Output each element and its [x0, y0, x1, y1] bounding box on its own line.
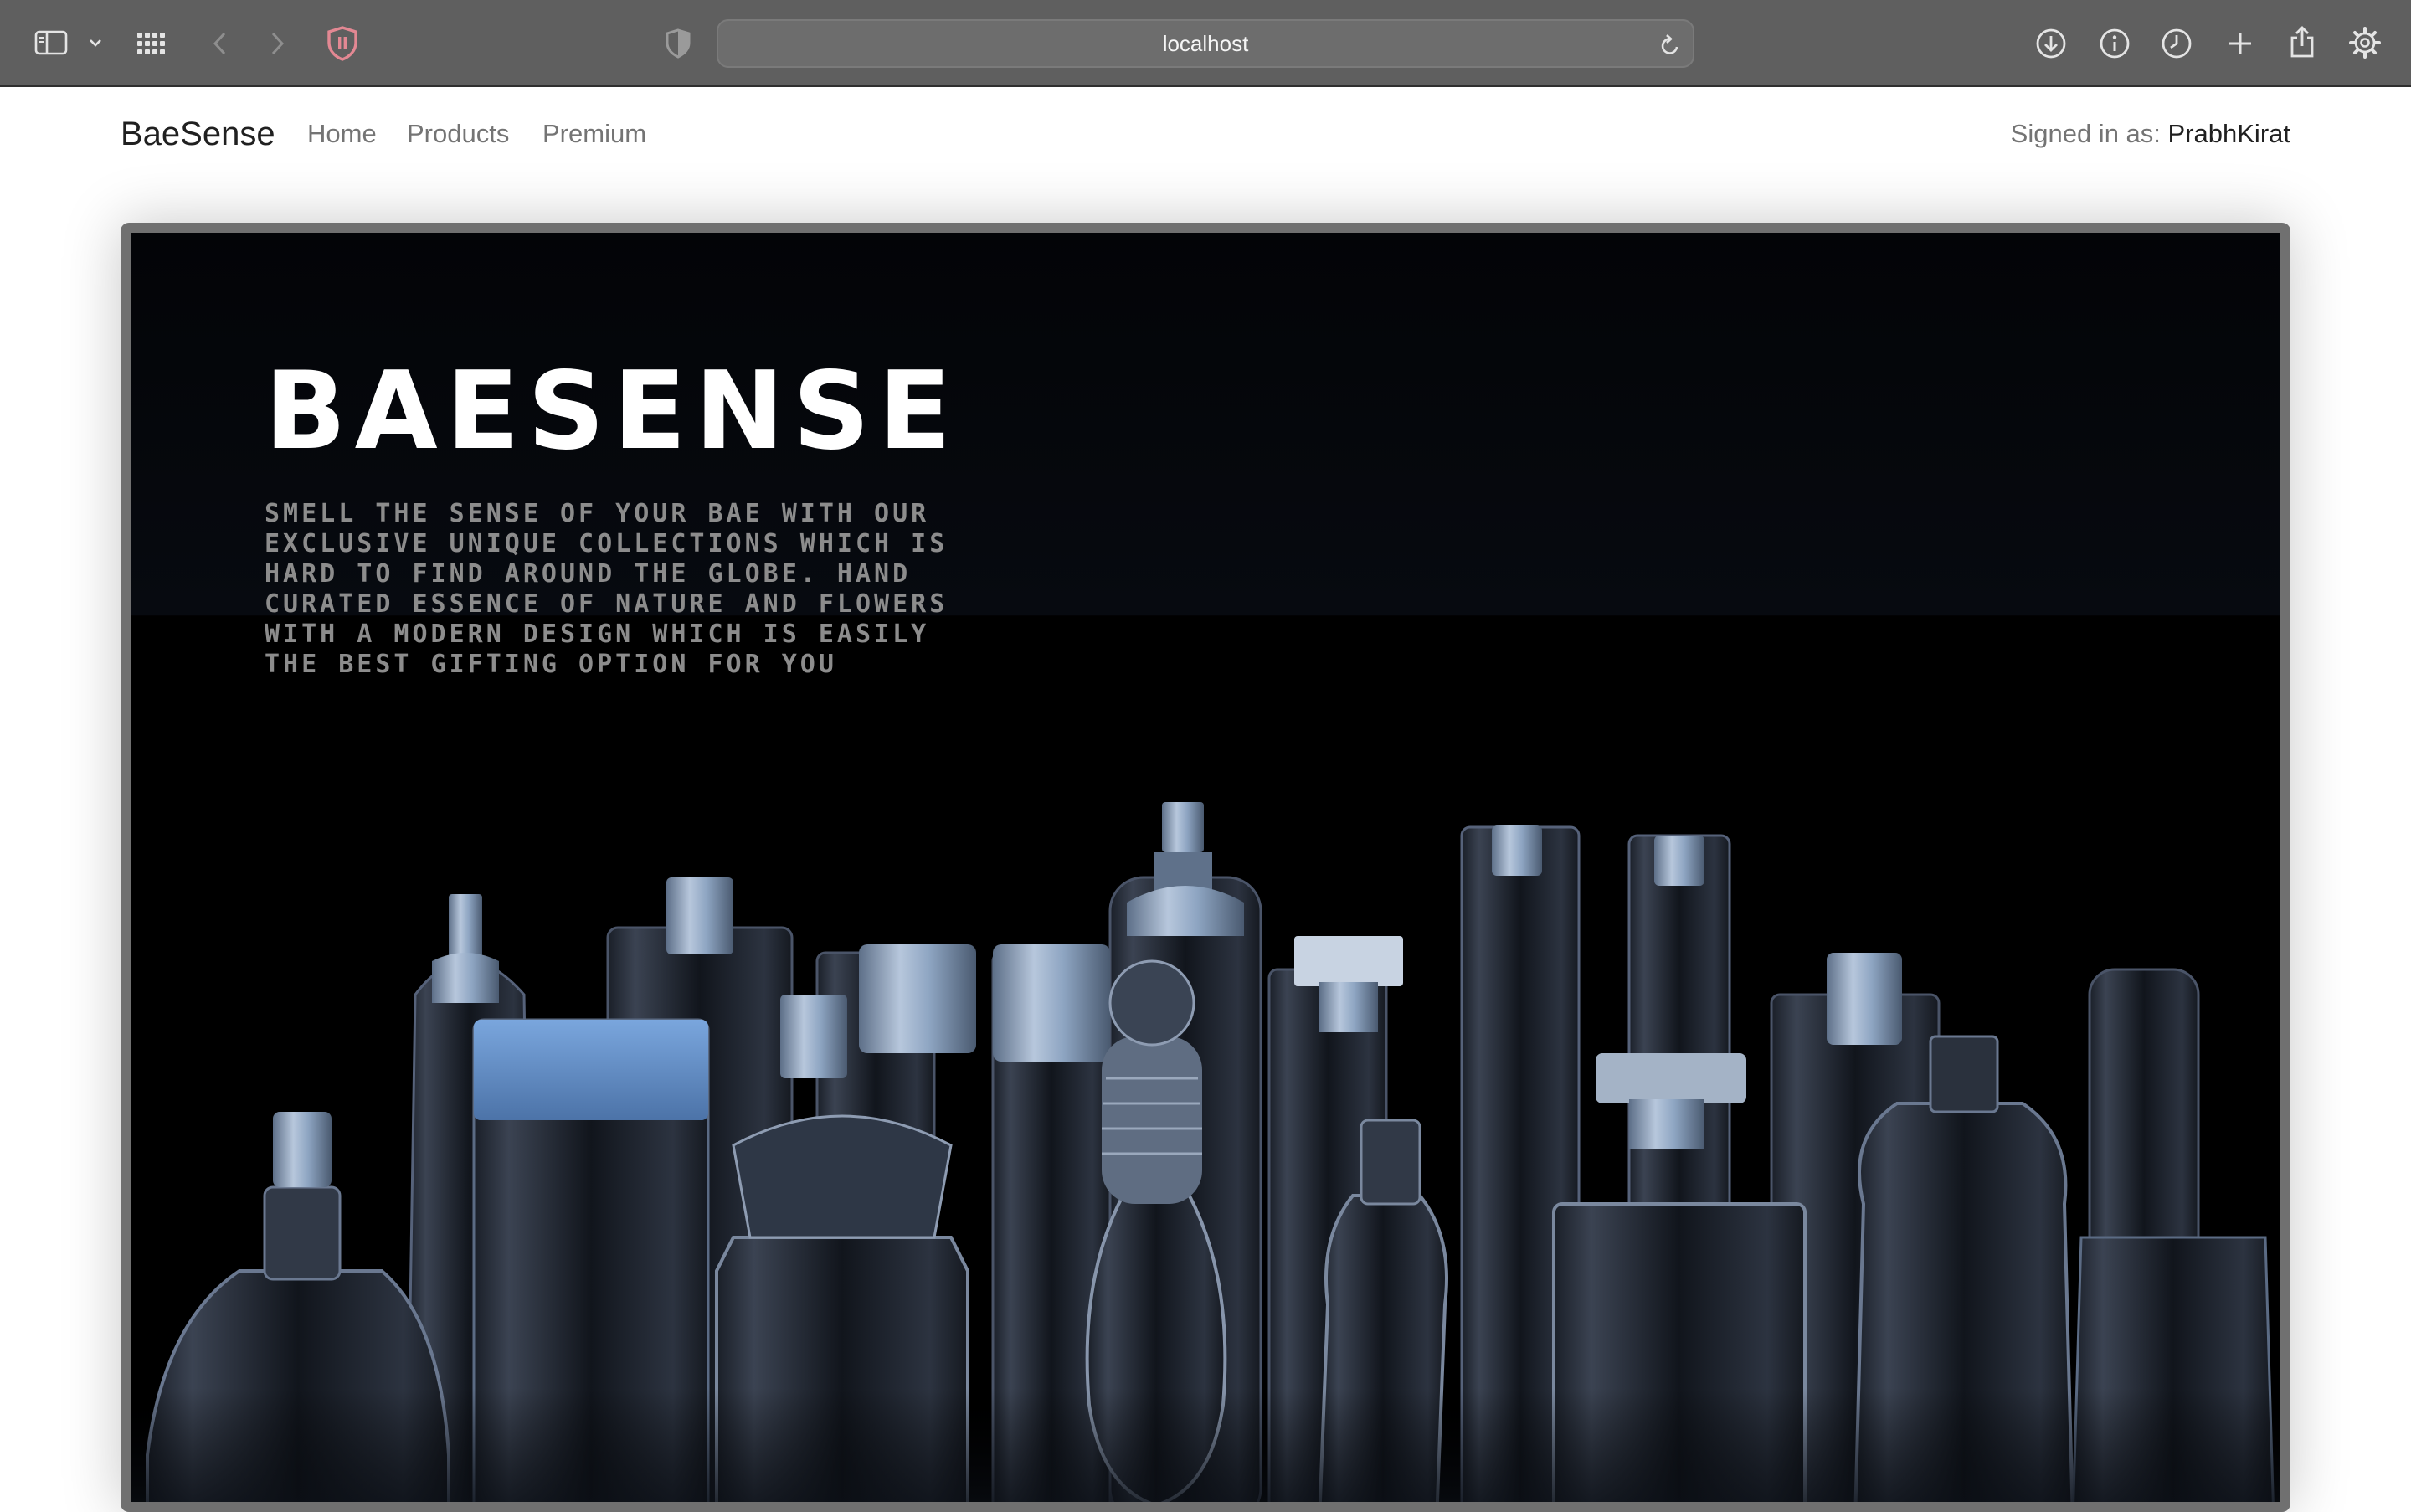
- reload-icon[interactable]: [1656, 31, 1684, 59]
- brand-logo[interactable]: BaeSense: [121, 116, 275, 153]
- hero-title: BAESENSE: [265, 349, 960, 474]
- forward-arrow-icon[interactable]: [263, 27, 293, 60]
- address-bar[interactable]: localhost: [717, 19, 1694, 68]
- signed-in-status: Signed in as: PrabhKirat: [2011, 119, 2290, 149]
- back-arrow-icon[interactable]: [204, 27, 234, 60]
- nav-link-premium[interactable]: Premium: [542, 119, 646, 149]
- gear-icon[interactable]: [2346, 23, 2384, 62]
- shield-icon[interactable]: [323, 24, 362, 63]
- signed-in-label: Signed in as:: [2010, 119, 2161, 148]
- hero-card: BAESENSE SMELL THE SENSE OF YOUR BAE WIT…: [121, 223, 2290, 1512]
- site-navbar: BaeSense Home Products Premium Signed in…: [0, 89, 2411, 181]
- download-icon[interactable]: [2033, 25, 2069, 62]
- privacy-shield-icon[interactable]: [661, 26, 695, 61]
- plus-icon[interactable]: [2222, 25, 2259, 62]
- clock-icon[interactable]: [2158, 25, 2195, 62]
- chevron-down-icon[interactable]: [85, 33, 105, 52]
- nav-link-home[interactable]: Home: [307, 119, 377, 149]
- hero-banner: BAESENSE SMELL THE SENSE OF YOUR BAE WIT…: [131, 233, 2280, 1502]
- browser-toolbar: localhost: [0, 0, 2411, 87]
- url-text: localhost: [1162, 30, 1249, 56]
- perfume-bottles-image: [131, 802, 2280, 1502]
- signed-in-user[interactable]: PrabhKirat: [2168, 119, 2290, 148]
- grid-icon[interactable]: [134, 27, 169, 60]
- sidebar-icon[interactable]: [32, 28, 70, 58]
- info-icon[interactable]: [2096, 25, 2133, 62]
- nav-link-products[interactable]: Products: [407, 119, 509, 149]
- hero-description: SMELL THE SENSE OF YOUR BAE WITH OUR EXC…: [265, 499, 948, 679]
- share-icon[interactable]: [2284, 22, 2321, 62]
